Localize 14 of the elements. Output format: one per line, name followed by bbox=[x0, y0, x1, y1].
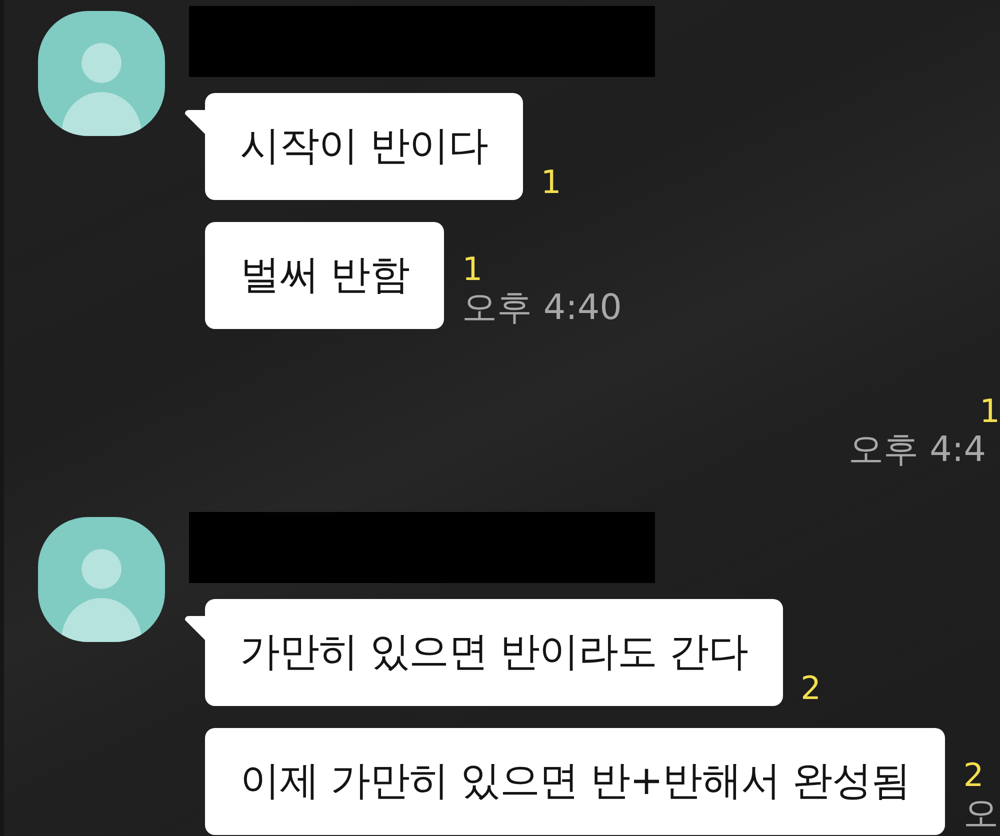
message-bubble: 시작이 반이다 bbox=[205, 93, 523, 200]
message-bubble: 가만히 있으면 반이라도 간다 bbox=[205, 599, 783, 706]
message-bubble: 벌써 반함 bbox=[205, 222, 444, 329]
message-time: 오 bbox=[963, 793, 998, 835]
unread-count: 1 bbox=[462, 251, 483, 287]
unread-count: 2 bbox=[963, 757, 984, 793]
unread-count: 1 bbox=[540, 164, 562, 200]
bubble-tail-icon bbox=[185, 110, 205, 134]
message-time: 오후 4:4 bbox=[848, 429, 987, 471]
unread-count: 2 bbox=[800, 670, 822, 706]
message-bubble: 이제 가만히 있으면 반+반해서 완성됨 bbox=[205, 728, 946, 835]
message-time: 오후 4:40 bbox=[462, 287, 622, 329]
bubble-tail-icon bbox=[185, 616, 205, 640]
unread-count: 1 bbox=[980, 393, 1000, 429]
